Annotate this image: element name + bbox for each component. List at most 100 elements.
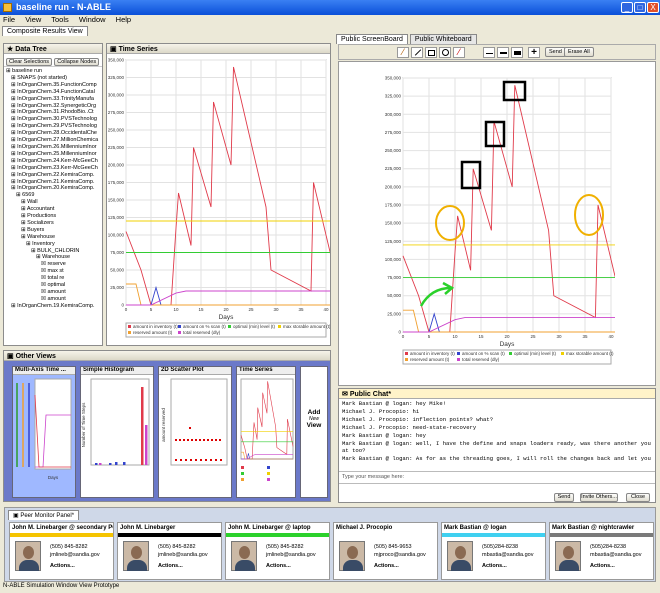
tree-node[interactable]: ⊞ InOrganChem.26.MillenniumInor: [6, 144, 100, 151]
scatter-view[interactable]: 2D Scatter Plot amount reserved: [158, 366, 232, 498]
tree-node[interactable]: ☒ reserve: [6, 261, 100, 268]
medium-stroke-icon[interactable]: [497, 47, 509, 58]
peer-actions-link[interactable]: Actions...: [158, 563, 183, 569]
tree-node[interactable]: ⊞ InOrganChem.31.RhodoBio..Ct: [6, 109, 100, 116]
menu-file[interactable]: File: [3, 15, 15, 24]
tree-node[interactable]: ⊞ BULK_CHLORIN: [6, 248, 100, 255]
ellipse-tool-icon[interactable]: [439, 47, 451, 58]
scatter-point: [220, 459, 222, 461]
tree-node[interactable]: ⊞ InOrganChem.28.OccidentalChe: [6, 130, 100, 137]
time-series-chart[interactable]: 0 25,000 50,000 75,000 100,000 125,000 150,000…: [107, 54, 330, 345]
y-tick-label: 25,000: [110, 285, 124, 290]
mini-legend-swatch: [267, 478, 270, 481]
invite-others-button[interactable]: Invite Others...: [580, 493, 618, 502]
tree-node[interactable]: ☒ max st: [6, 268, 100, 275]
peer-actions-link[interactable]: Actions...: [50, 563, 75, 569]
close-button[interactable]: X: [647, 2, 659, 13]
tree-node[interactable]: ☒ total re: [6, 275, 100, 282]
tree-node[interactable]: ⊞ Socializers: [6, 220, 100, 227]
thick-stroke-icon[interactable]: [511, 47, 523, 58]
thin-stroke-icon[interactable]: [483, 47, 495, 58]
tab-peer-monitor[interactable]: ▣ Peer Monitor Panel*: [8, 510, 80, 520]
peer-card[interactable]: Mark Bastian @ nightcrawler (505)284-8238…: [549, 522, 654, 580]
tree-node[interactable]: ⊞ SNAPS (not started): [6, 75, 100, 82]
tree-node[interactable]: ⊞ InOrganChem.27.MillionChemica: [6, 137, 100, 144]
tree-node[interactable]: ⊞ Warehouse: [6, 254, 100, 261]
send-board-button[interactable]: Send: [545, 47, 566, 57]
x-tick-label: 35: [298, 307, 304, 312]
tree-node[interactable]: ⊞ 6569: [6, 192, 100, 199]
add-new-view-button[interactable]: Add New View: [300, 366, 328, 498]
peer-name: John M. Linebarger @ laptop: [228, 525, 311, 531]
line-tool-icon[interactable]: [411, 47, 423, 58]
legend-swatch: [278, 325, 281, 328]
multi-axis-x-label: Days: [48, 475, 59, 480]
tree-node[interactable]: ⊞ InOrganChem.35.FunctionComp: [6, 82, 100, 89]
add-icon[interactable]: +: [528, 47, 540, 58]
legend-swatch: [128, 331, 131, 334]
tree-node[interactable]: ⊞ Buyers: [6, 227, 100, 234]
tree-node[interactable]: ⊞ Inventory: [6, 241, 100, 248]
maximize-button[interactable]: □: [634, 2, 646, 13]
peer-card[interactable]: Mark Bastian @ logan (505)284-8238 mbastia…: [441, 522, 546, 580]
tree-node[interactable]: ⊞ InOrganChem.21.KemiraComp.: [6, 179, 100, 186]
tree-node[interactable]: ⊞ InOrganChem.32.SynergeticOrg: [6, 103, 100, 110]
menu-tools[interactable]: Tools: [51, 15, 69, 24]
menu-view[interactable]: View: [25, 15, 41, 24]
multi-axis-view[interactable]: Multi-Axis Time ... Days: [12, 366, 76, 498]
tree-node[interactable]: ⊞ Warehouse: [6, 234, 100, 241]
legend-swatch: [228, 325, 231, 328]
peer-card[interactable]: Michael J. Procopio (505) 845-9653 mjproco…: [333, 522, 438, 580]
tree-node[interactable]: ⊞ InOrganChem.20.KemiraComp.: [6, 185, 100, 192]
data-tree[interactable]: ⊞ baseline run ⊞ SNAPS (not started) ⊞ InO…: [4, 67, 102, 342]
tree-node[interactable]: ⊞ InOrganChem.22.KemiraComp.: [6, 172, 100, 179]
tree-node[interactable]: ⊞ InOrganChem.25.MillenniumInor: [6, 151, 100, 158]
tree-node[interactable]: ⊞ InOrganChem.33.TrinityManufa: [6, 96, 100, 103]
marker-icon[interactable]: ⁄: [453, 47, 465, 58]
tree-node[interactable]: ⊞ Accountant: [6, 206, 100, 213]
tree-node[interactable]: ⊞ Productions: [6, 213, 100, 220]
tree-node[interactable]: ⊞ InOrganChem.34.FunctionCatal: [6, 89, 100, 96]
menu-window[interactable]: Window: [79, 15, 106, 24]
tree-node[interactable]: ⊞ InOrganChem.23.Kerr-McGeeCh: [6, 165, 100, 172]
tree-node[interactable]: ⊞ InOrganChem.24.Kerr-McGeeCh: [6, 158, 100, 165]
peer-name: John M. Linebarger: [120, 525, 176, 531]
tab-public-whiteboard[interactable]: Public Whiteboard: [409, 34, 477, 44]
peer-actions-link[interactable]: Actions...: [266, 563, 291, 569]
tree-node[interactable]: ⊞ Wall: [6, 199, 100, 206]
screenboard-canvas[interactable]: 0 25,000 50,000 75,000 100,000 125,000 150,000…: [338, 61, 656, 386]
menu-help[interactable]: Help: [116, 15, 131, 24]
x-tick-label: 0: [125, 307, 128, 312]
peer-card[interactable]: John M. Linebarger (505) 845-8282 jmlineb@…: [117, 522, 222, 580]
chat-send-button[interactable]: Send: [554, 493, 574, 502]
tree-node[interactable]: ☒ optimal: [6, 282, 100, 289]
peer-card[interactable]: John M. Linebarger @ secondary PC (505) 8…: [9, 522, 114, 580]
tree-node[interactable]: ⊞ InOrganChem.19.KemiraComp.: [6, 303, 100, 310]
tree-node[interactable]: ⊞ InOrganChem.30.PVSTechnolog: [6, 116, 100, 123]
pencil-icon[interactable]: ⁄: [397, 47, 409, 58]
tree-node-label: InOrganChem.19.KemiraComp.: [17, 302, 95, 309]
tab-composite-results[interactable]: Composite Results View: [2, 26, 88, 36]
peer-actions-link[interactable]: Actions...: [590, 563, 615, 569]
tree-node-label: InOrganChem.33.TrinityManufa: [17, 95, 94, 102]
chat-input[interactable]: Type your message here:: [339, 472, 655, 484]
mini-time-series-view[interactable]: Time Series: [236, 366, 296, 498]
rectangle-tool-icon[interactable]: [425, 47, 437, 58]
tree-node[interactable]: ☒ amount: [6, 289, 100, 296]
peer-actions-link[interactable]: Actions...: [482, 563, 507, 569]
collapse-nodes-button[interactable]: Collapse Nodes: [54, 58, 100, 66]
time-series-title: Time Series: [118, 46, 158, 53]
tree-node[interactable]: ⊞ baseline run: [6, 68, 100, 75]
erase-all-button[interactable]: Erase All: [564, 47, 594, 57]
clear-selections-button[interactable]: Clear Selections: [6, 58, 53, 66]
tree-node[interactable]: ⊞ InOrganChem.29.PVSTechnolog: [6, 123, 100, 130]
chat-close-button[interactable]: Close: [626, 493, 650, 502]
tree-node[interactable]: ☒ amount: [6, 296, 100, 303]
tab-public-screenboard[interactable]: Public ScreenBoard: [336, 34, 408, 44]
legend-label: amount in inventory (t): [133, 324, 178, 329]
peer-card[interactable]: John M. Linebarger @ laptop (505) 845-828…: [225, 522, 330, 580]
minimize-button[interactable]: _: [621, 2, 633, 13]
histogram-view[interactable]: Simple Histogram Number of Time Steps: [80, 366, 154, 498]
annotation-layer: [419, 80, 604, 307]
peer-actions-link[interactable]: Actions...: [374, 563, 399, 569]
